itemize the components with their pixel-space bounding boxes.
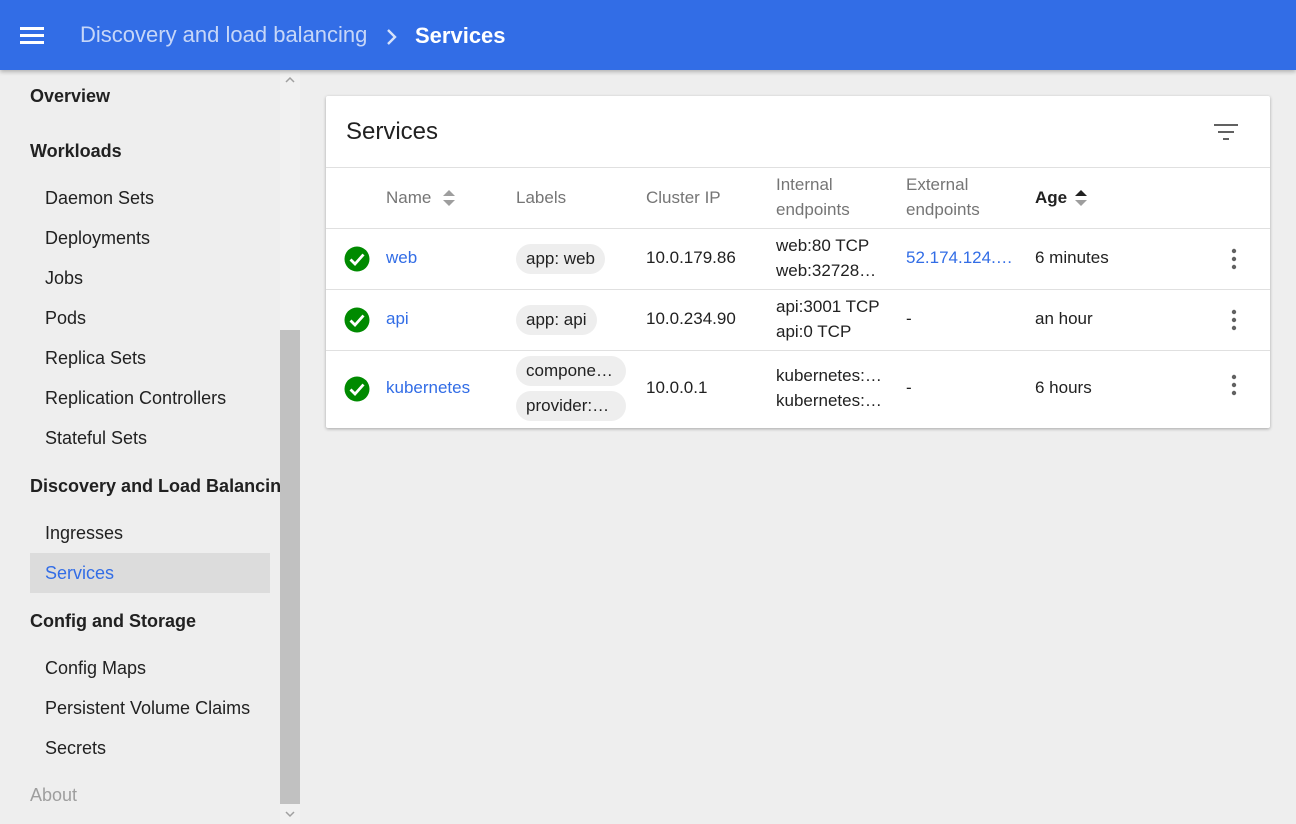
label-chip: app: api bbox=[516, 305, 597, 335]
sort-ascending-icon[interactable] bbox=[1074, 188, 1088, 208]
scrollbar-thumb[interactable] bbox=[280, 330, 300, 804]
scroll-up-arrow-icon[interactable] bbox=[284, 74, 296, 86]
filter-icon bbox=[1214, 124, 1238, 140]
column-header-cluster-ip: Cluster IP bbox=[646, 188, 721, 207]
sidebar-section-config-storage[interactable]: Config and Storage bbox=[30, 601, 270, 641]
check-circle-icon bbox=[344, 246, 370, 272]
sidebar-item-daemon-sets[interactable]: Daemon Sets bbox=[45, 178, 270, 218]
sidebar-item-about[interactable]: About bbox=[30, 775, 270, 815]
sort-icon[interactable] bbox=[442, 188, 456, 208]
check-circle-icon bbox=[344, 376, 370, 402]
internal-endpoint: web:80 TCP bbox=[776, 236, 870, 255]
more-vert-icon bbox=[1231, 374, 1237, 396]
sidebar-item-services[interactable]: Services bbox=[30, 553, 270, 593]
card-title: Services bbox=[346, 118, 439, 145]
cluster-ip: 10.0.179.86 bbox=[646, 248, 736, 267]
menu-button[interactable] bbox=[20, 21, 64, 51]
column-header-internal-line1: Internal bbox=[776, 175, 833, 194]
label-chip: provider:… bbox=[516, 391, 626, 421]
scroll-down-arrow-icon[interactable] bbox=[284, 808, 296, 820]
sidebar-item-pods[interactable]: Pods bbox=[45, 298, 270, 338]
breadcrumb-parent[interactable]: Discovery and load balancing bbox=[80, 22, 367, 48]
internal-endpoint: web:32728… bbox=[776, 261, 877, 280]
cluster-ip: 10.0.0.1 bbox=[646, 378, 708, 397]
internal-endpoint: api:3001 TCP bbox=[776, 297, 880, 316]
table-row: kubernetes compone… provider:… 10.0.0.1 … bbox=[326, 351, 1270, 428]
external-endpoint: - bbox=[906, 309, 912, 328]
column-header-internal-line2: endpoints bbox=[776, 200, 850, 219]
sidebar-item-jobs[interactable]: Jobs bbox=[45, 258, 270, 298]
sidebar-item-stateful-sets[interactable]: Stateful Sets bbox=[45, 418, 270, 458]
label-chip: compone… bbox=[516, 356, 626, 386]
internal-endpoint: api:0 TCP bbox=[776, 322, 852, 341]
sidebar-item-replication-controllers[interactable]: Replication Controllers bbox=[45, 378, 270, 418]
row-actions-button[interactable] bbox=[1222, 247, 1246, 271]
external-endpoint: - bbox=[906, 378, 912, 397]
service-age: an hour bbox=[1035, 309, 1093, 328]
sidebar-nav: Overview Workloads Daemon Sets Deploymen… bbox=[0, 70, 280, 824]
more-vert-icon bbox=[1231, 248, 1237, 270]
column-header-labels: Labels bbox=[516, 188, 567, 207]
sidebar-item-secrets[interactable]: Secrets bbox=[45, 728, 270, 768]
table-row: web app: web 10.0.179.86 web:80 TCP web:… bbox=[326, 229, 1270, 289]
sidebar-section-workloads[interactable]: Workloads bbox=[30, 131, 270, 171]
column-header-age[interactable]: Age bbox=[1035, 185, 1067, 210]
filter-button[interactable] bbox=[1210, 118, 1242, 146]
label-chip: app: web bbox=[516, 244, 605, 274]
column-header-external-line2: endpoints bbox=[906, 200, 980, 219]
card-divider bbox=[326, 167, 1270, 168]
breadcrumb-current: Services bbox=[415, 23, 506, 48]
sidebar-item-persistent-volume-claims[interactable]: Persistent Volume Claims bbox=[45, 688, 270, 728]
menu-icon bbox=[20, 27, 44, 44]
service-name-link[interactable]: kubernetes bbox=[386, 378, 470, 398]
top-app-bar: Discovery and load balancing Services bbox=[0, 0, 1296, 70]
internal-endpoint: kubernetes:… bbox=[776, 366, 882, 385]
table-row: api app: api 10.0.234.90 api:3001 TCP ap… bbox=[326, 290, 1270, 350]
sidebar-item-deployments[interactable]: Deployments bbox=[45, 218, 270, 258]
row-actions-button[interactable] bbox=[1222, 308, 1246, 332]
sidebar-item-overview[interactable]: Overview bbox=[30, 76, 270, 116]
sidebar-item-replica-sets[interactable]: Replica Sets bbox=[45, 338, 270, 378]
sidebar-item-ingresses[interactable]: Ingresses bbox=[45, 513, 270, 553]
service-name-link[interactable]: api bbox=[386, 309, 409, 329]
sidebar-section-discovery[interactable]: Discovery and Load Balancing bbox=[30, 466, 280, 506]
services-card: Services Name Labels Cluster IP Internal… bbox=[326, 96, 1270, 428]
chevron-right-icon bbox=[387, 29, 397, 45]
service-age: 6 minutes bbox=[1035, 248, 1109, 267]
service-name-link[interactable]: web bbox=[386, 248, 417, 268]
cluster-ip: 10.0.234.90 bbox=[646, 309, 736, 328]
row-actions-button[interactable] bbox=[1222, 373, 1246, 397]
column-header-external-line1: External bbox=[906, 175, 969, 194]
more-vert-icon bbox=[1231, 309, 1237, 331]
check-circle-icon bbox=[344, 307, 370, 333]
external-endpoint-link[interactable]: 52.174.124.… bbox=[906, 248, 1016, 268]
service-age: 6 hours bbox=[1035, 378, 1092, 397]
sidebar-scrollbar[interactable] bbox=[280, 70, 300, 824]
sidebar-item-config-maps[interactable]: Config Maps bbox=[45, 648, 270, 688]
internal-endpoint: kubernetes:… bbox=[776, 391, 882, 410]
column-header-name[interactable]: Name bbox=[386, 185, 431, 210]
